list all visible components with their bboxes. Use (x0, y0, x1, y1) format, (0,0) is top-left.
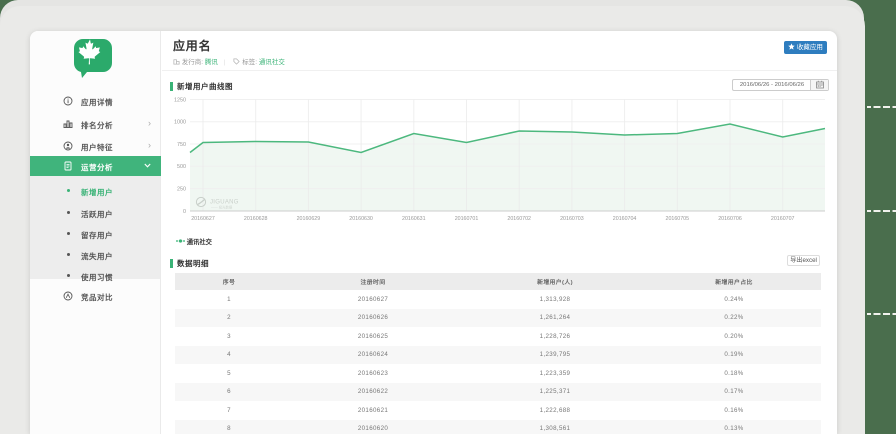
svg-text:20160701: 20160701 (455, 216, 479, 222)
svg-text:20160628: 20160628 (244, 216, 268, 222)
svg-text:20160631: 20160631 (402, 216, 426, 222)
svg-text:0: 0 (183, 209, 186, 215)
svg-text:20160707: 20160707 (771, 216, 795, 222)
svg-text:500: 500 (177, 164, 186, 170)
svg-text:1250: 1250 (174, 97, 186, 103)
svg-text:20160627: 20160627 (191, 216, 215, 222)
svg-text:20160704: 20160704 (613, 216, 637, 222)
svg-text:20160706: 20160706 (718, 216, 742, 222)
svg-text:20160629: 20160629 (297, 216, 321, 222)
svg-text:250: 250 (177, 186, 186, 192)
svg-text:750: 750 (177, 142, 186, 148)
svg-text:20160702: 20160702 (507, 216, 531, 222)
svg-text:20160630: 20160630 (349, 216, 373, 222)
svg-text:1000: 1000 (174, 120, 186, 126)
svg-text:20160705: 20160705 (666, 216, 690, 222)
svg-text:20160703: 20160703 (560, 216, 584, 222)
svg-text:—— 极光数据: —— 极光数据 (211, 205, 233, 210)
